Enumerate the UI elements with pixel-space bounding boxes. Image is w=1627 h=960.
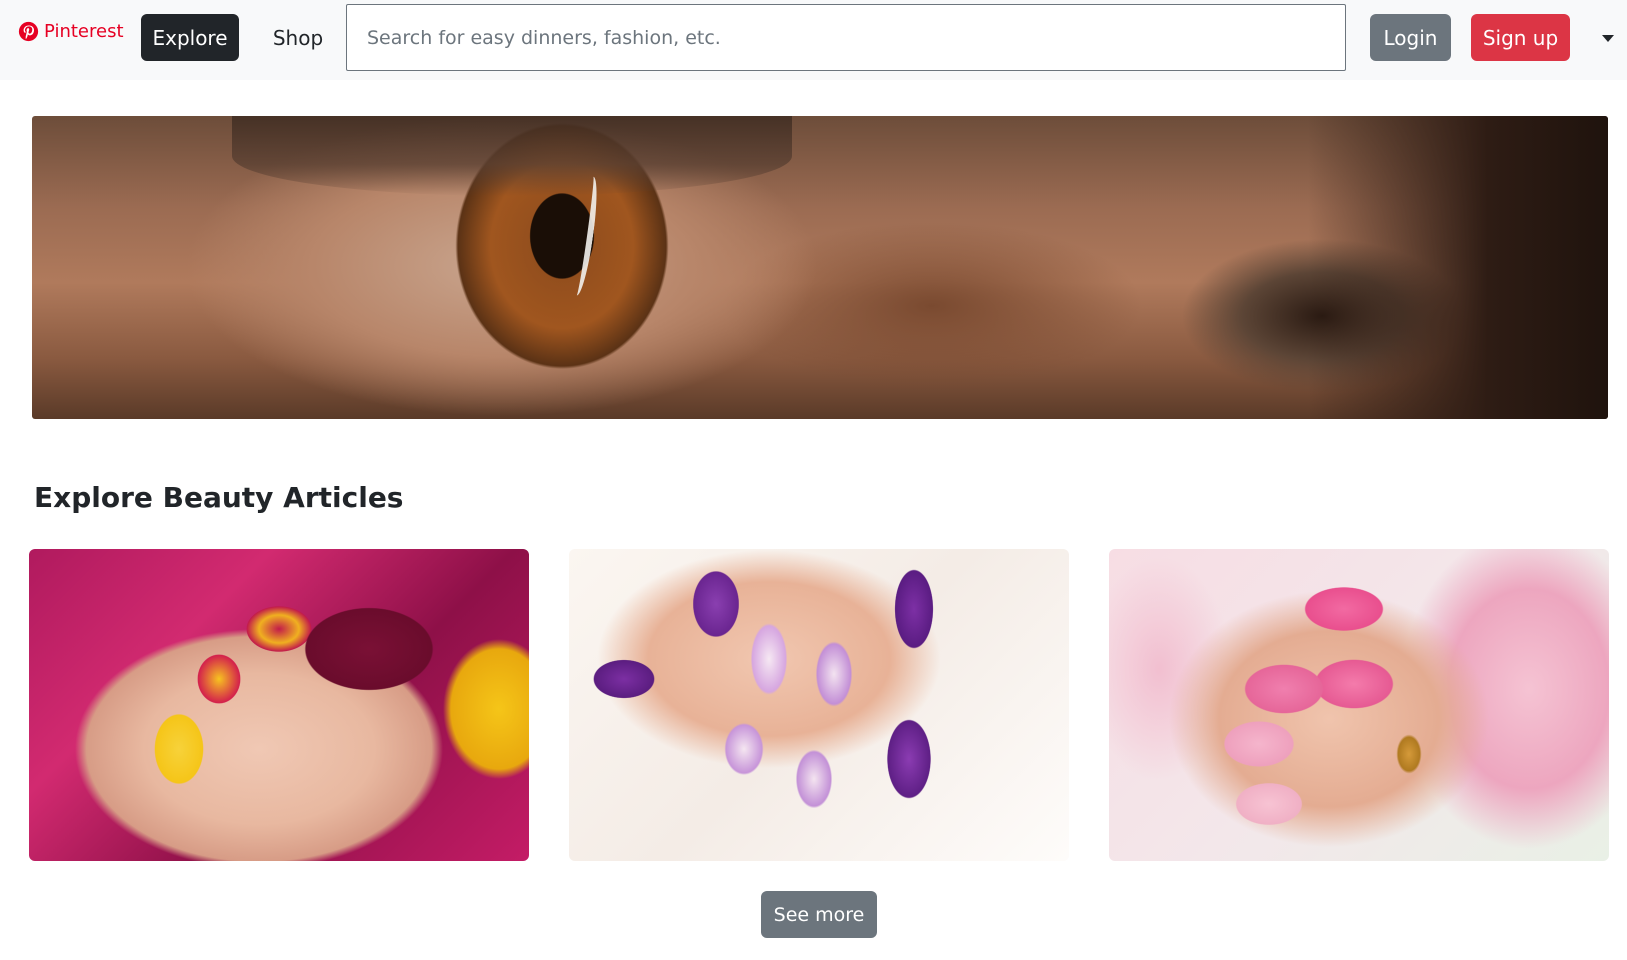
menu-toggle[interactable] <box>1598 28 1618 48</box>
article-card-pink-nails[interactable] <box>1109 549 1609 861</box>
brand-link[interactable]: Pinterest <box>18 17 124 45</box>
section-title: Explore Beauty Articles <box>34 481 404 514</box>
article-card-purple-floral-nails[interactable] <box>569 549 1069 861</box>
nav-shop-link[interactable]: Shop <box>260 14 336 61</box>
article-card-multicolor-nails[interactable] <box>29 549 529 861</box>
see-more-button[interactable]: See more <box>761 891 877 938</box>
login-button[interactable]: Login <box>1370 14 1451 61</box>
caret-down-icon <box>1602 34 1614 42</box>
search-input[interactable] <box>346 4 1346 71</box>
hero-shadow <box>1308 116 1608 419</box>
hero-eyelash-shade <box>232 116 792 196</box>
nav-explore-button[interactable]: Explore <box>141 14 239 61</box>
pinterest-logo-icon <box>18 21 39 41</box>
hero-image-eye <box>32 116 1608 419</box>
navbar: Pinterest Explore Shop Login Sign up <box>0 0 1627 80</box>
brand-label: Pinterest <box>44 20 124 42</box>
signup-button[interactable]: Sign up <box>1471 14 1570 61</box>
